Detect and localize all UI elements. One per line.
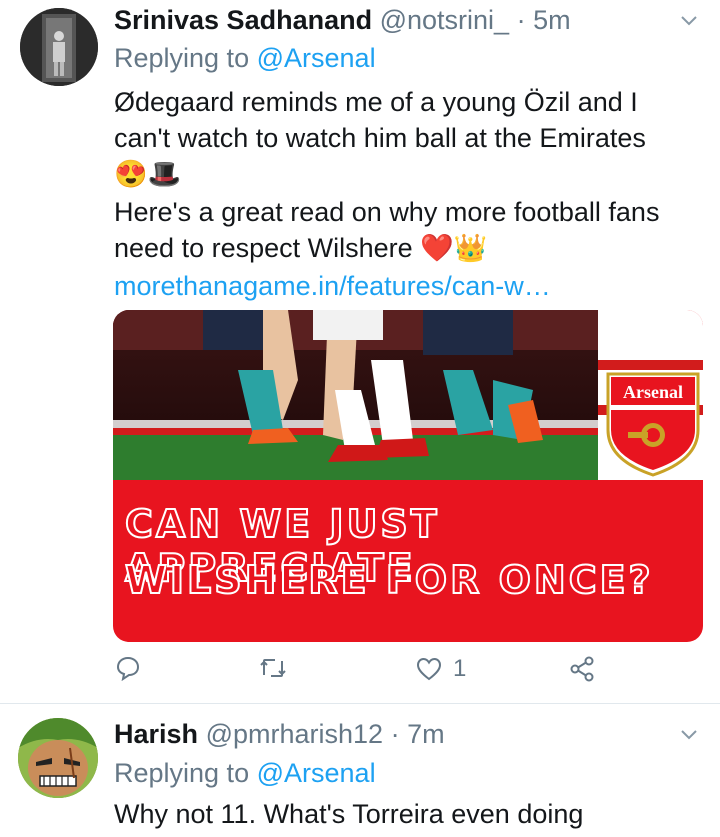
tweet-text-line: can't watch to watch him ball at the Emi… [114,123,646,153]
tweet-actions: 1 [0,655,720,695]
share-icon [570,656,594,682]
tweet-text-line: need to respect Wilshere ❤️👑 [114,233,488,263]
reply-icon [116,656,140,681]
retweet-icon [260,659,286,677]
replying-to: Replying to @Arsenal [114,755,376,791]
tweet-2[interactable]: Harish @pmrharish12 · 7m Replying to @Ar… [0,704,720,837]
display-name[interactable]: Harish [114,719,198,749]
timestamp[interactable]: 7m [407,719,445,749]
tweet-text-emoji-line: 😍🎩 [114,159,182,189]
retweet-button[interactable] [258,655,288,681]
arsenal-badge-label: Arsenal [623,382,683,402]
separator: · [516,5,526,35]
like-count: 1 [453,655,467,682]
display-name[interactable]: Srinivas Sadhanand [114,5,372,35]
tweet-text-line: Why not 11. What's Torreira even doing [114,799,584,829]
handle[interactable]: @notsrini_ [380,5,509,35]
share-button[interactable] [568,655,596,683]
tweet-1[interactable]: Srinivas Sadhanand @notsrini_ · 5m Reply… [0,0,720,700]
timestamp[interactable]: 5m [533,5,571,35]
tweet-header: Srinivas Sadhanand @notsrini_ · 5m [114,2,571,38]
replying-to-handle[interactable]: @Arsenal [257,43,376,73]
tweet-text-line: Here's a great read on why more football… [114,197,660,227]
tweet-link[interactable]: morethanagame.in/features/can-w… [114,268,551,304]
heart-icon [416,657,442,681]
tweet-text-line: Ødegaard reminds me of a young Özil and … [114,87,638,117]
replying-to: Replying to @Arsenal [114,40,376,76]
reply-button[interactable] [115,655,141,681]
tweet-header: Harish @pmrharish12 · 7m [114,716,445,752]
link-card[interactable]: Arsenal CAN WE JUST APPRECIATE WILSHERE … [113,310,703,642]
replying-prefix: Replying to [114,43,250,73]
replying-to-handle[interactable]: @Arsenal [257,758,376,788]
replying-prefix: Replying to [114,758,250,788]
avatar[interactable] [18,718,98,798]
handle[interactable]: @pmrharish12 [206,719,383,749]
avatar[interactable] [20,8,98,86]
card-headline-line2: WILSHERE FOR ONCE? [124,557,654,603]
like-button[interactable]: 1 [415,655,466,683]
chevron-down-icon[interactable] [678,10,700,32]
separator: · [390,719,400,749]
chevron-down-icon[interactable] [678,724,700,746]
